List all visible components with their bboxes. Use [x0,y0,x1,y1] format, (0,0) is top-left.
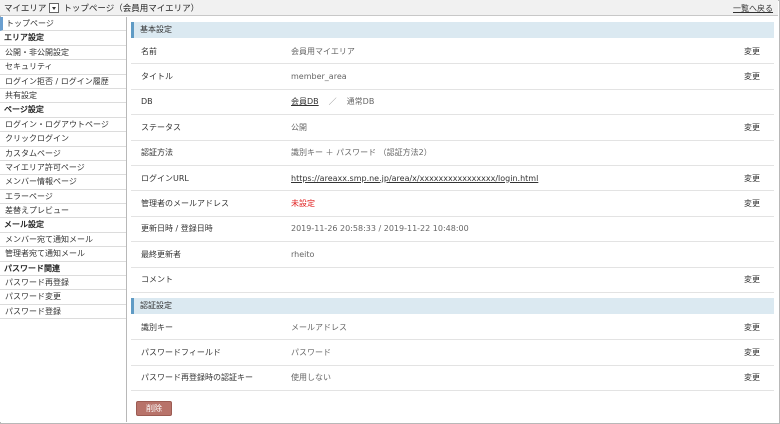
sidebar-item-error-page[interactable]: エラーページ [0,190,126,205]
row-value: 2019-11-26 20:58:33 / 2019-11-22 10:48:0… [291,224,469,234]
change-button[interactable]: 変更 [734,46,774,57]
sidebar-item-security[interactable]: セキュリティ [0,60,126,75]
row-value: メールアドレス [291,322,347,332]
change-button[interactable]: 変更 [734,347,774,358]
change-button[interactable]: 変更 [734,173,774,184]
main-content: 基本設定 名前 会員用マイエリア 変更 タイトル member_area 変更 … [131,22,774,392]
row-value: 公開 [291,122,307,132]
sidebar-item-login-logout[interactable]: ログイン・ログアウトページ [0,118,126,133]
sidebar-heading-page: ページ設定 [0,103,126,118]
sidebar-item-login-deny[interactable]: ログイン拒否 / ログイン履歴 [0,75,126,89]
current-page-title: トップページ（会員用マイエリア） [63,3,200,14]
row-rereg-key: パスワード再登録時の認証キー 使用しない 変更 [131,366,774,392]
section-header-auth: 認証設定 [131,297,774,314]
change-button[interactable]: 変更 [734,372,774,383]
sidebar-item-click-login[interactable]: クリックログイン [0,132,126,147]
row-value: member_area [291,72,347,82]
row-label: コメント [141,275,173,285]
row-admin-email: 管理者のメールアドレス 未設定 変更 [131,191,774,217]
row-label: 認証方法 [141,148,173,158]
area-name: マイエリア [4,3,47,14]
row-comment: コメント 変更 [131,268,774,293]
row-label: ステータス [141,122,181,132]
change-button[interactable]: 変更 [734,71,774,82]
row-label: パスワード再登録時の認証キー [141,373,253,383]
normal-db-text: 通常DB [346,97,375,107]
row-password-field: パスワードフィールド パスワード 変更 [131,340,774,366]
row-value: 未設定 [291,199,315,209]
section-header-basic: 基本設定 [131,22,774,38]
login-url-link[interactable]: https://areaxx.smp.ne.jp/area/x/xxxxxxxx… [291,174,734,183]
sidebar-item-custom-page[interactable]: カスタムページ [0,147,126,161]
row-value: パスワード [291,347,331,357]
row-label: 更新日時 / 登録日時 [141,224,213,234]
row-db: DB 会員DB ／ 通常DB [131,90,774,116]
change-button[interactable]: 変更 [734,274,774,285]
sidebar-item-pw-register[interactable]: パスワード登録 [0,305,126,320]
row-label: 識別キー [141,322,173,332]
sidebar-item-member-mail[interactable]: メンバー宛て通知メール [0,233,126,248]
row-dates: 更新日時 / 登録日時 2019-11-26 20:58:33 / 2019-1… [131,217,774,243]
sidebar-item-pw-change[interactable]: パスワード変更 [0,290,126,305]
row-title: タイトル member_area 変更 [131,64,774,90]
sidebar-item-pw-reregister[interactable]: パスワード再登録 [0,276,126,291]
row-label: 名前 [141,46,157,56]
row-login-url: ログインURL https://areaxx.smp.ne.jp/area/x/… [131,166,774,192]
row-label: 管理者のメールアドレス [141,199,229,209]
row-label: DB [141,97,153,107]
member-db-link[interactable]: 会員DB [291,97,319,106]
area-dropdown-icon[interactable] [49,2,60,13]
sidebar-item-preview[interactable]: 差替えプレビュー [0,204,126,219]
sidebar-heading-password: パスワード関連 [0,262,126,277]
sidebar-heading-mail: メール設定 [0,218,126,233]
row-value: 識別キー ＋ パスワード （認証方法2） [291,148,432,158]
sidebar-item-admin-mail[interactable]: 管理者宛て通知メール [0,247,126,262]
row-value: 使用しない [291,373,331,383]
sidebar: トップページ エリア設定 公開・非公開設定 セキュリティ ログイン拒否 / ログ… [0,17,127,422]
row-value: 会員DB ／ 通常DB [291,96,734,107]
sidebar-item-member-info[interactable]: メンバー情報ページ [0,175,126,190]
top-bar: マイエリア トップページ（会員用マイエリア） 一覧へ戻る [0,0,778,16]
change-button[interactable]: 変更 [734,122,774,133]
db-separator: ／ [328,97,337,107]
sidebar-item-allowed-page[interactable]: マイエリア許可ページ [0,161,126,176]
sidebar-heading-area: エリア設定 [0,31,126,46]
back-to-list-link[interactable]: 一覧へ戻る [733,3,773,14]
sidebar-item-share[interactable]: 共有設定 [0,89,126,104]
row-label: タイトル [141,72,173,82]
row-last-updater: 最終更新者 rheito [131,242,774,268]
row-label: 最終更新者 [141,249,181,259]
row-label: ログインURL [141,173,189,183]
row-value: rheito [291,249,315,259]
change-button[interactable]: 変更 [734,322,774,333]
sidebar-item-top[interactable]: トップページ [0,17,126,32]
row-label: パスワードフィールド [141,347,221,357]
row-auth-method: 認証方法 識別キー ＋ パスワード （認証方法2） [131,141,774,166]
row-value: 会員用マイエリア [291,46,355,56]
row-status: ステータス 公開 変更 [131,115,774,141]
row-identifier-key: 識別キー メールアドレス 変更 [131,315,774,341]
row-name: 名前 会員用マイエリア 変更 [131,39,774,65]
delete-button[interactable]: 削除 [136,401,172,416]
change-button[interactable]: 変更 [734,198,774,209]
sidebar-item-publish[interactable]: 公開・非公開設定 [0,46,126,61]
